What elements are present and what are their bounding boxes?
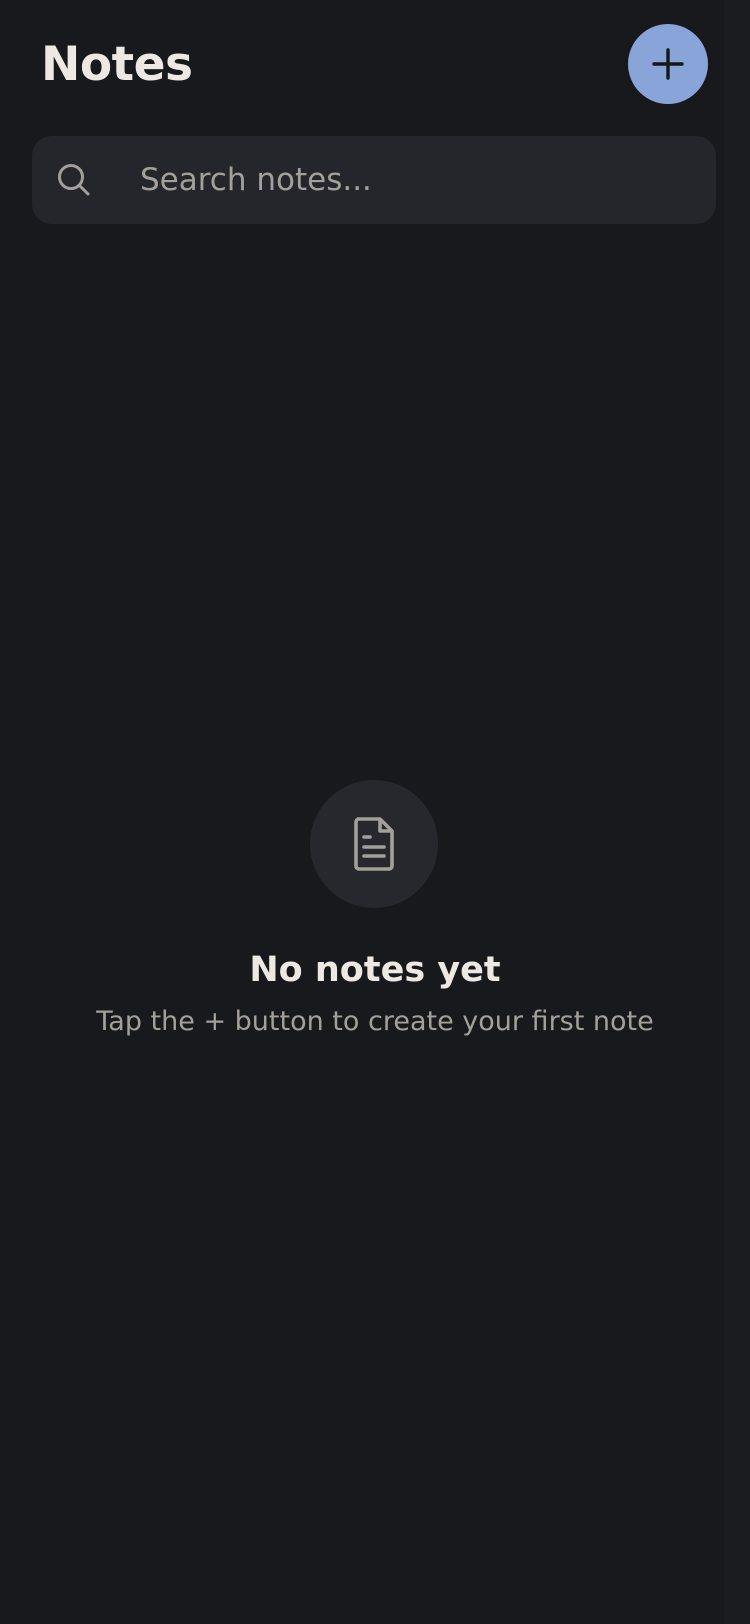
search-icon [58, 164, 90, 196]
empty-state-subtitle: Tap the + button to create your first no… [96, 1006, 654, 1037]
plus-icon [652, 48, 684, 80]
page-title: Notes [41, 37, 193, 92]
search-bar[interactable] [32, 136, 716, 224]
empty-state-icon-container [310, 780, 438, 908]
header: Notes [0, 0, 750, 130]
search-input[interactable] [140, 150, 700, 210]
add-note-button[interactable] [628, 24, 708, 104]
notes-app: Notes No notes yet Tap the + button to [0, 0, 750, 1624]
document-icon [354, 817, 394, 871]
empty-state-title: No notes yet [249, 950, 501, 990]
scrollbar-track [724, 0, 750, 1624]
